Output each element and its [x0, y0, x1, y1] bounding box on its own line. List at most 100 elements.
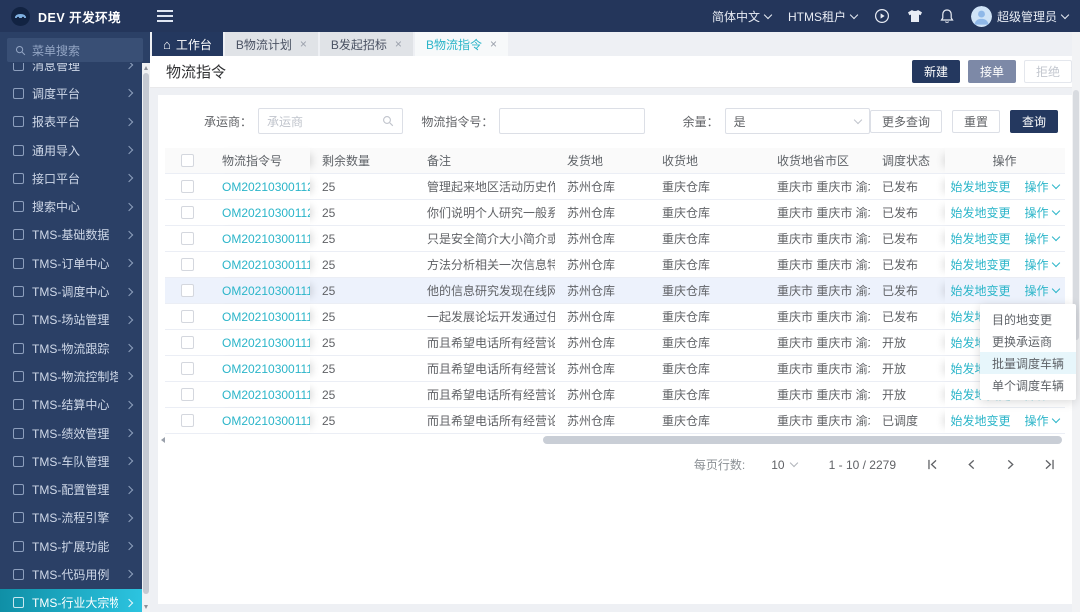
origin-cell: 苏州仓库 [555, 304, 650, 329]
row-checkbox-cell [165, 304, 210, 329]
content-card: 承运商： 承运商 物流指令号： 余量： 是 更多查询 重置 查询 [158, 95, 1072, 604]
dropdown-item[interactable]: 更换承运商 [980, 330, 1076, 352]
row-checkbox-cell [165, 382, 210, 407]
row-more-actions-link[interactable]: 操作 [1025, 282, 1059, 299]
sidebar-item-general-import[interactable]: 通用导入 [0, 136, 142, 164]
accept-order-button[interactable]: 接单 [968, 60, 1016, 83]
remain-select[interactable]: 是 [725, 108, 870, 134]
instruction-no-link[interactable]: OM202103001118 [222, 258, 310, 272]
row-checkbox[interactable] [181, 388, 194, 401]
instruction-no-link[interactable]: OM202103001112 [222, 414, 310, 428]
row-checkbox[interactable] [181, 336, 194, 349]
sidebar-item-tms-extension[interactable]: TMS-扩展功能 [0, 532, 142, 560]
sidebar-item-tms-process-engine[interactable]: TMS-流程引擎 [0, 504, 142, 532]
next-page-button[interactable] [1004, 458, 1017, 471]
sidebar-item-tms-logistics-tracking[interactable]: TMS-物流跟踪 [0, 334, 142, 362]
instruction-no-link[interactable]: OM202103001116 [222, 310, 310, 324]
row-checkbox[interactable] [181, 258, 194, 271]
sidebar-item-tms-performance-mgmt[interactable]: TMS-绩效管理 [0, 419, 142, 447]
origin-change-link[interactable]: 始发地变更 [950, 178, 1010, 195]
reset-button[interactable]: 重置 [952, 110, 1000, 133]
tab-label: 工作台 [176, 36, 212, 53]
origin-change-link[interactable]: 始发地变更 [950, 282, 1010, 299]
scroll-up-icon[interactable] [144, 66, 148, 70]
collapse-sidebar-icon[interactable] [157, 10, 173, 22]
row-checkbox[interactable] [181, 206, 194, 219]
row-more-actions-link[interactable]: 操作 [1025, 256, 1059, 273]
sidebar-item-tms-basic-data[interactable]: TMS-基础数据 [0, 221, 142, 249]
close-icon[interactable]: × [490, 37, 497, 51]
first-page-button[interactable] [926, 458, 939, 471]
origin-change-link[interactable]: 始发地变更 [950, 204, 1010, 221]
row-checkbox[interactable] [181, 284, 194, 297]
tab-2[interactable]: B发起招标× [320, 32, 413, 56]
tms-control-tower-icon [13, 371, 24, 382]
carrier-input[interactable]: 承运商 [258, 108, 403, 134]
create-button[interactable]: 新建 [912, 60, 960, 83]
tab-3[interactable]: B物流指令× [415, 32, 508, 56]
origin-change-link[interactable]: 始发地变更 [950, 230, 1010, 247]
vertical-scroll-handle[interactable] [1073, 90, 1079, 340]
instruction-no-link[interactable]: OM202103001114 [222, 362, 310, 376]
select-all-checkbox[interactable] [181, 154, 194, 167]
user-menu[interactable]: 超级管理员 [971, 6, 1068, 27]
row-checkbox[interactable] [181, 362, 194, 375]
reject-button[interactable]: 拒绝 [1024, 60, 1072, 83]
instruction-no-input[interactable] [499, 108, 644, 134]
row-checkbox[interactable] [181, 232, 194, 245]
sidebar-scrollbar[interactable] [142, 63, 150, 612]
sidebar-item-search-center[interactable]: 搜索中心 [0, 192, 142, 220]
prev-page-button[interactable] [965, 458, 978, 471]
row-checkbox[interactable] [181, 180, 194, 193]
rows-per-page-select[interactable]: 10 [771, 458, 796, 472]
instruction-no-link[interactable]: OM202103001120 [222, 206, 310, 220]
chevron-down-icon [1051, 415, 1059, 423]
sidebar-item-tms-code-case[interactable]: TMS-代码用例 [0, 560, 142, 588]
origin-change-link[interactable]: 始发地变更 [950, 412, 1010, 429]
row-more-actions-link[interactable]: 操作 [1025, 412, 1059, 429]
more-query-button[interactable]: 更多查询 [870, 110, 942, 133]
menu-search-input[interactable]: 菜单搜索 [7, 38, 143, 62]
horizontal-scrollbar[interactable] [165, 436, 1065, 444]
row-more-actions-link[interactable]: 操作 [1025, 178, 1059, 195]
dropdown-item[interactable]: 批量调度车辆 [980, 352, 1076, 374]
theme-skin-icon[interactable] [907, 9, 923, 23]
sidebar-item-report-platform[interactable]: 报表平台 [0, 108, 142, 136]
sidebar-item-tms-config-mgmt[interactable]: TMS-配置管理 [0, 475, 142, 503]
close-icon[interactable]: × [300, 37, 307, 51]
sidebar-item-tms-bulk-logistics[interactable]: TMS-行业大宗物流 [0, 589, 142, 612]
sidebar-item-interface-platform[interactable]: 接口平台 [0, 164, 142, 192]
sidebar-item-tms-dispatch-center[interactable]: TMS-调度中心 [0, 277, 142, 305]
notifications-bell-icon[interactable] [940, 9, 954, 24]
instruction-no-link[interactable]: OM202103001117 [222, 284, 310, 298]
tenant-select[interactable]: HTMS租户 [788, 8, 857, 25]
instruction-no-link[interactable]: OM202103001119 [222, 232, 310, 246]
last-page-button[interactable] [1043, 458, 1056, 471]
sidebar-item-tms-order-center[interactable]: TMS-订单中心 [0, 249, 142, 277]
query-button[interactable]: 查询 [1010, 110, 1058, 133]
sidebar-item-tms-station-mgmt[interactable]: TMS-场站管理 [0, 306, 142, 334]
row-more-actions-link[interactable]: 操作 [1025, 230, 1059, 247]
sidebar-scroll-handle[interactable] [143, 73, 149, 594]
language-select[interactable]: 简体中文 [712, 8, 771, 25]
scroll-left-icon[interactable] [161, 437, 165, 443]
dropdown-item[interactable]: 单个调度车辆 [980, 374, 1076, 396]
row-more-actions-link[interactable]: 操作 [1025, 204, 1059, 221]
tab-0[interactable]: ⌂工作台 [152, 32, 223, 56]
origin-change-link[interactable]: 始发地变更 [950, 256, 1010, 273]
dropdown-item[interactable]: 目的地变更 [980, 308, 1076, 330]
row-checkbox[interactable] [181, 414, 194, 427]
guide-play-icon[interactable] [874, 8, 890, 24]
close-icon[interactable]: × [395, 37, 402, 51]
sidebar-item-tms-settlement-center[interactable]: TMS-结算中心 [0, 391, 142, 419]
horizontal-scroll-handle[interactable] [543, 436, 1062, 444]
scroll-down-icon[interactable] [144, 605, 148, 609]
instruction-no-link[interactable]: OM202103001113 [222, 388, 310, 402]
sidebar-item-tms-fleet-mgmt[interactable]: TMS-车队管理 [0, 447, 142, 475]
tab-1[interactable]: B物流计划× [225, 32, 318, 56]
row-checkbox[interactable] [181, 310, 194, 323]
sidebar-item-dispatch-platform[interactable]: 调度平台 [0, 79, 142, 107]
instruction-no-link[interactable]: OM202103001121 [222, 180, 310, 194]
sidebar-item-tms-control-tower[interactable]: TMS-物流控制塔 [0, 362, 142, 390]
instruction-no-link[interactable]: OM202103001115 [222, 336, 310, 350]
